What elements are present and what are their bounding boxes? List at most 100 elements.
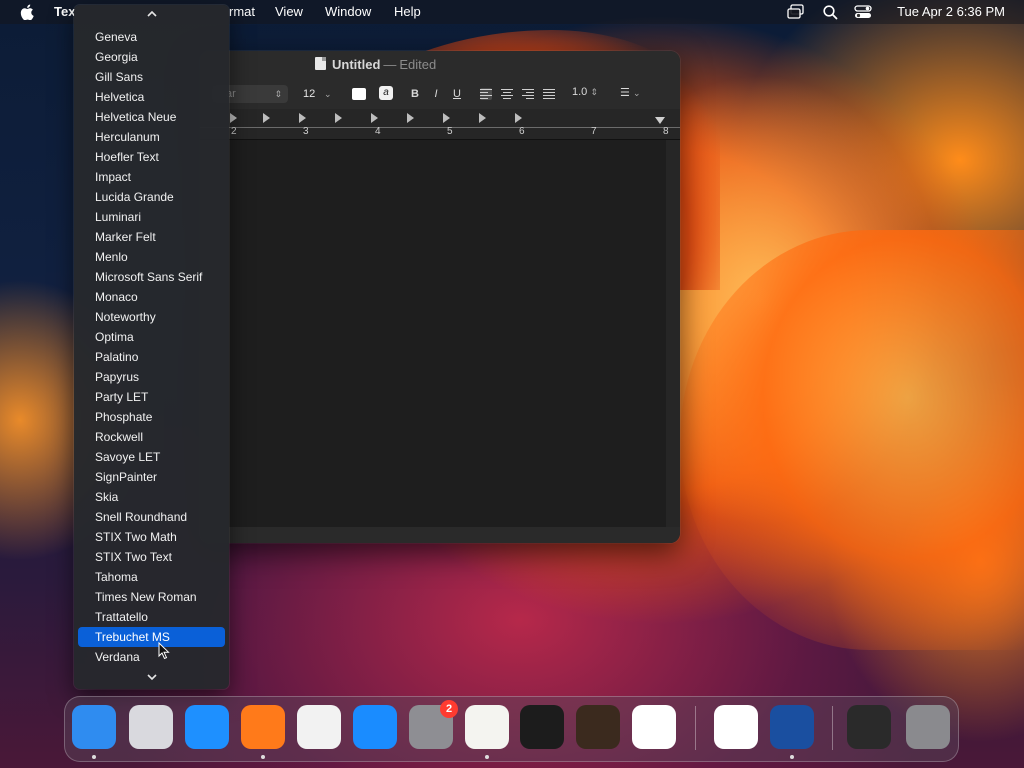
chevron-down-icon: ⌄ [324, 89, 332, 99]
font-menu-item[interactable]: Phosphate [78, 407, 225, 427]
font-menu-item[interactable]: Times New Roman [78, 587, 225, 607]
menu-window[interactable]: Window [325, 4, 371, 20]
italic-button[interactable]: I [429, 86, 443, 102]
font-menu-item[interactable]: Snell Roundhand [78, 507, 225, 527]
dock-separator [695, 706, 696, 750]
font-menu-item[interactable]: Trattatello [78, 607, 225, 627]
tab-stop-marker[interactable] [407, 113, 414, 123]
textedit-icon[interactable] [465, 705, 509, 749]
trash-icon[interactable] [906, 705, 950, 749]
edited-status: Edited [399, 57, 437, 72]
ruler-number: 7 [591, 126, 597, 137]
window-bottom-edge [200, 527, 680, 543]
dock-separator [832, 706, 833, 750]
font-menu-item[interactable]: Palatino [78, 347, 225, 367]
font-menu-item[interactable]: Optima [78, 327, 225, 347]
control-center-icon[interactable] [854, 4, 872, 20]
menu-app-name[interactable]: Tex [54, 4, 75, 20]
apple-logo-icon[interactable] [20, 4, 34, 20]
font-menu-item[interactable]: Gill Sans [78, 67, 225, 87]
vertical-scrollbar[interactable] [666, 140, 680, 527]
tab-stop-marker[interactable] [299, 113, 306, 123]
launchpad-icon[interactable] [129, 705, 173, 749]
safari-icon[interactable] [185, 705, 229, 749]
font-menu-item[interactable]: SignPainter [78, 467, 225, 487]
font-menu-item[interactable]: Verdana [78, 647, 225, 667]
font-size-popup[interactable]: 12 ⌄ [298, 85, 343, 103]
document-text-area[interactable] [200, 140, 666, 527]
tab-stop-marker[interactable] [515, 113, 522, 123]
align-right-button[interactable] [522, 88, 534, 100]
font-menu-item[interactable]: Menlo [78, 247, 225, 267]
chevron-down-icon[interactable] [74, 673, 229, 685]
tab-stop-marker[interactable] [335, 113, 342, 123]
font-menu-item[interactable]: Impact [78, 167, 225, 187]
font-menu-item[interactable]: Marker Felt [78, 227, 225, 247]
font-menu-item[interactable]: Noteworthy [78, 307, 225, 327]
running-indicator [485, 755, 489, 759]
font-family-menu: Geneva Georgia Gill Sans Helvetica Helvetica… [74, 5, 229, 689]
align-left-button[interactable] [480, 88, 492, 100]
font-menu-item[interactable]: Rockwell [78, 427, 225, 447]
photos-icon[interactable] [714, 705, 758, 749]
menu-help[interactable]: Help [394, 4, 421, 20]
terminal-icon[interactable] [520, 705, 564, 749]
screen-mirroring-icon[interactable] [787, 4, 805, 20]
ruler-number: 8 [663, 126, 669, 137]
tab-stop-marker[interactable] [371, 113, 378, 123]
title-separator: — [383, 57, 397, 72]
font-menu-item[interactable]: Geneva [78, 27, 225, 47]
font-menu-item[interactable]: Skia [78, 487, 225, 507]
chevron-up-icon[interactable] [74, 10, 229, 22]
finder-icon[interactable] [72, 705, 116, 749]
garageband-icon[interactable] [576, 705, 620, 749]
font-menu-item[interactable]: Hoefler Text [78, 147, 225, 167]
spotlight-search-icon[interactable] [822, 4, 840, 20]
chrome-icon[interactable] [297, 705, 341, 749]
affinity-designer-icon[interactable] [770, 705, 814, 749]
list-style-popup[interactable]: ☰ ⌄ [620, 86, 640, 99]
ruler-number: 5 [447, 126, 453, 137]
font-menu-item[interactable]: Georgia [78, 47, 225, 67]
menu-format[interactable]: rmat [229, 4, 255, 20]
justify-button[interactable] [543, 88, 555, 100]
font-menu-item[interactable]: Luminari [78, 207, 225, 227]
tab-stop-marker[interactable] [479, 113, 486, 123]
font-menu-item[interactable]: Party LET [78, 387, 225, 407]
ruler-number: 6 [519, 126, 525, 137]
running-indicator [790, 755, 794, 759]
font-menu-item[interactable]: Papyrus [78, 367, 225, 387]
font-menu-item[interactable]: Helvetica [78, 87, 225, 107]
font-menu-item[interactable]: STIX Two Math [78, 527, 225, 547]
tab-stop-marker[interactable] [443, 113, 450, 123]
downloads-stack-icon[interactable] [847, 705, 891, 749]
font-menu-item[interactable]: STIX Two Text [78, 547, 225, 567]
tab-stop-marker[interactable] [230, 113, 237, 123]
text-color-swatch[interactable] [352, 88, 366, 100]
font-menu-item[interactable]: Herculanum [78, 127, 225, 147]
font-menu-item[interactable]: Helvetica Neue [78, 107, 225, 127]
bold-button[interactable]: B [408, 86, 422, 102]
font-size-value: 12 [303, 88, 316, 100]
tab-stop-marker[interactable] [263, 113, 270, 123]
font-menu-item[interactable]: Trebuchet MS [78, 627, 225, 647]
app-store-icon[interactable] [353, 705, 397, 749]
ruler[interactable]: 2 3 4 5 6 7 8 [200, 109, 680, 140]
font-menu-item[interactable]: Microsoft Sans Serif [78, 267, 225, 287]
highlight-color-button[interactable]: a [379, 86, 393, 100]
menu-clock[interactable]: Tue Apr 2 6:36 PM [897, 4, 1005, 20]
line-spacing-popup[interactable]: 1.0 ⇕ [572, 86, 598, 98]
window-titlebar[interactable]: Untitled — Edited [200, 51, 680, 79]
underline-button[interactable]: U [450, 86, 464, 102]
menu-view[interactable]: View [275, 4, 303, 20]
right-margin-marker[interactable] [655, 117, 665, 124]
align-center-button[interactable] [501, 88, 513, 100]
dock: 2 [64, 696, 959, 762]
vscode-icon[interactable] [632, 705, 676, 749]
font-menu-item[interactable]: Savoye LET [78, 447, 225, 467]
running-indicator [92, 755, 96, 759]
font-menu-item[interactable]: Monaco [78, 287, 225, 307]
firefox-icon[interactable] [241, 705, 285, 749]
font-menu-item[interactable]: Lucida Grande [78, 187, 225, 207]
font-menu-item[interactable]: Tahoma [78, 567, 225, 587]
